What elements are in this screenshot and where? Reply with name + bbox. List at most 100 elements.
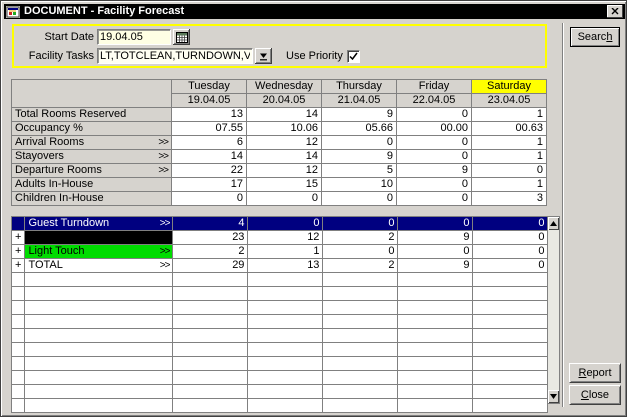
forecast-cell: 0: [172, 192, 247, 206]
drill-icon[interactable]: >>: [160, 259, 170, 272]
empty-label-cell: [25, 301, 173, 315]
task-row[interactable]: +Total Cleaning >>2312290: [12, 231, 548, 245]
task-row[interactable]: +Light Touch>>21000: [12, 245, 548, 259]
task-cell[interactable]: 0: [473, 231, 548, 245]
task-cell[interactable]: 2: [173, 245, 248, 259]
list-of-values-icon[interactable]: [255, 48, 272, 64]
empty-row: [12, 315, 548, 329]
empty-label-cell: [25, 371, 173, 385]
task-cell[interactable]: 0: [398, 217, 473, 231]
empty-cell: [398, 301, 473, 315]
drill-icon[interactable]: >>: [160, 217, 170, 230]
row-label-text: Total Cleaning: [28, 231, 98, 244]
empty-cell: [473, 343, 548, 357]
empty-cell: [398, 315, 473, 329]
forecast-cell: 00.63: [472, 122, 547, 136]
empty-cell: [323, 287, 398, 301]
drill-icon[interactable]: >>: [158, 150, 168, 163]
task-cell[interactable]: 13: [248, 259, 323, 273]
empty-label-cell: [25, 329, 173, 343]
forecast-cell: 15: [247, 178, 322, 192]
task-cell[interactable]: 12: [248, 231, 323, 245]
vertical-scrollbar[interactable]: [547, 216, 560, 404]
forecast-row: Stayovers>>1414901: [12, 150, 547, 164]
empty-label-cell: [25, 315, 173, 329]
facility-tasks-label: Facility Tasks: [14, 50, 94, 62]
use-priority-checkbox[interactable]: [347, 50, 360, 63]
task-cell[interactable]: 0: [323, 245, 398, 259]
task-cell[interactable]: 0: [398, 245, 473, 259]
facility-tasks-input[interactable]: [97, 48, 253, 64]
task-cell[interactable]: 2: [323, 259, 398, 273]
forecast-row-label[interactable]: Arrival Rooms>>: [12, 136, 172, 150]
row-label: Stayovers>>: [15, 150, 168, 163]
empty-cell: [473, 385, 548, 399]
task-cell[interactable]: 1: [248, 245, 323, 259]
scroll-up-icon[interactable]: [548, 217, 559, 230]
drill-icon[interactable]: >>: [158, 136, 168, 149]
task-cell[interactable]: 0: [473, 245, 548, 259]
forecast-cell: 1: [472, 178, 547, 192]
empty-cell: [173, 315, 248, 329]
title-bar[interactable]: DOCUMENT - Facility Forecast: [4, 4, 625, 19]
calendar-icon[interactable]: [173, 29, 190, 45]
empty-cell: [248, 301, 323, 315]
forecast-cell: 9: [322, 108, 397, 122]
forecast-row: Departure Rooms>>2212590: [12, 164, 547, 178]
empty-cell: [323, 357, 398, 371]
task-cell[interactable]: 0: [248, 217, 323, 231]
report-button[interactable]: Report: [569, 363, 621, 383]
task-row-label[interactable]: TOTAL>>: [25, 259, 173, 273]
task-cell[interactable]: 0: [323, 217, 398, 231]
empty-cell: [323, 329, 398, 343]
row-expander[interactable]: +: [12, 231, 25, 245]
task-cell[interactable]: 4: [173, 217, 248, 231]
forecast-cell: 14: [172, 150, 247, 164]
row-expander-empty: [12, 357, 25, 371]
empty-cell: [398, 287, 473, 301]
task-cell[interactable]: 9: [398, 259, 473, 273]
close-button[interactable]: Close: [569, 385, 621, 405]
forecast-cell: 12: [247, 164, 322, 178]
forecast-row: Arrival Rooms>>612001: [12, 136, 547, 150]
task-row[interactable]: +TOTAL>>2913290: [12, 259, 548, 273]
row-label: Guest Turndown>>: [28, 217, 169, 230]
task-cell[interactable]: 29: [173, 259, 248, 273]
forecast-cell: 14: [247, 108, 322, 122]
task-row-label[interactable]: Light Touch>>: [25, 245, 173, 259]
forecast-row-label: Total Rooms Reserved: [12, 108, 172, 122]
row-expander[interactable]: [12, 217, 25, 231]
start-date-input[interactable]: [97, 29, 171, 45]
forecast-row-label[interactable]: Departure Rooms>>: [12, 164, 172, 178]
empty-cell: [173, 371, 248, 385]
empty-cell: [473, 301, 548, 315]
drill-icon[interactable]: >>: [158, 164, 168, 177]
drill-icon[interactable]: >>: [160, 245, 170, 258]
empty-cell: [473, 287, 548, 301]
task-cell[interactable]: 0: [473, 259, 548, 273]
row-expander[interactable]: +: [12, 259, 25, 273]
search-button[interactable]: Search: [570, 27, 620, 47]
row-expander[interactable]: +: [12, 245, 25, 259]
facility-tasks-row: Facility Tasks Use Priority: [14, 48, 545, 64]
empty-label-cell: [25, 385, 173, 399]
column-header-date: 22.04.05: [397, 94, 472, 108]
empty-cell: [398, 343, 473, 357]
task-row-label[interactable]: Guest Turndown>>: [25, 217, 173, 231]
task-cell[interactable]: 23: [173, 231, 248, 245]
task-cell[interactable]: 9: [398, 231, 473, 245]
task-row[interactable]: Guest Turndown>>40000: [12, 217, 548, 231]
column-header-date: 19.04.05: [172, 94, 247, 108]
forecast-row: Occupancy %07.5510.0605.6600.0000.63: [12, 122, 547, 136]
column-header-day: Tuesday: [172, 80, 247, 94]
column-header-day: Thursday: [322, 80, 397, 94]
task-cell[interactable]: 0: [473, 217, 548, 231]
task-row-label[interactable]: Total Cleaning >>: [25, 231, 173, 245]
scroll-down-icon[interactable]: [548, 390, 559, 403]
row-label: Total Cleaning >>: [28, 231, 169, 244]
drill-icon[interactable]: >>: [160, 231, 170, 244]
task-cell[interactable]: 2: [323, 231, 398, 245]
empty-cell: [323, 343, 398, 357]
close-icon[interactable]: [607, 5, 623, 18]
forecast-row-label[interactable]: Stayovers>>: [12, 150, 172, 164]
